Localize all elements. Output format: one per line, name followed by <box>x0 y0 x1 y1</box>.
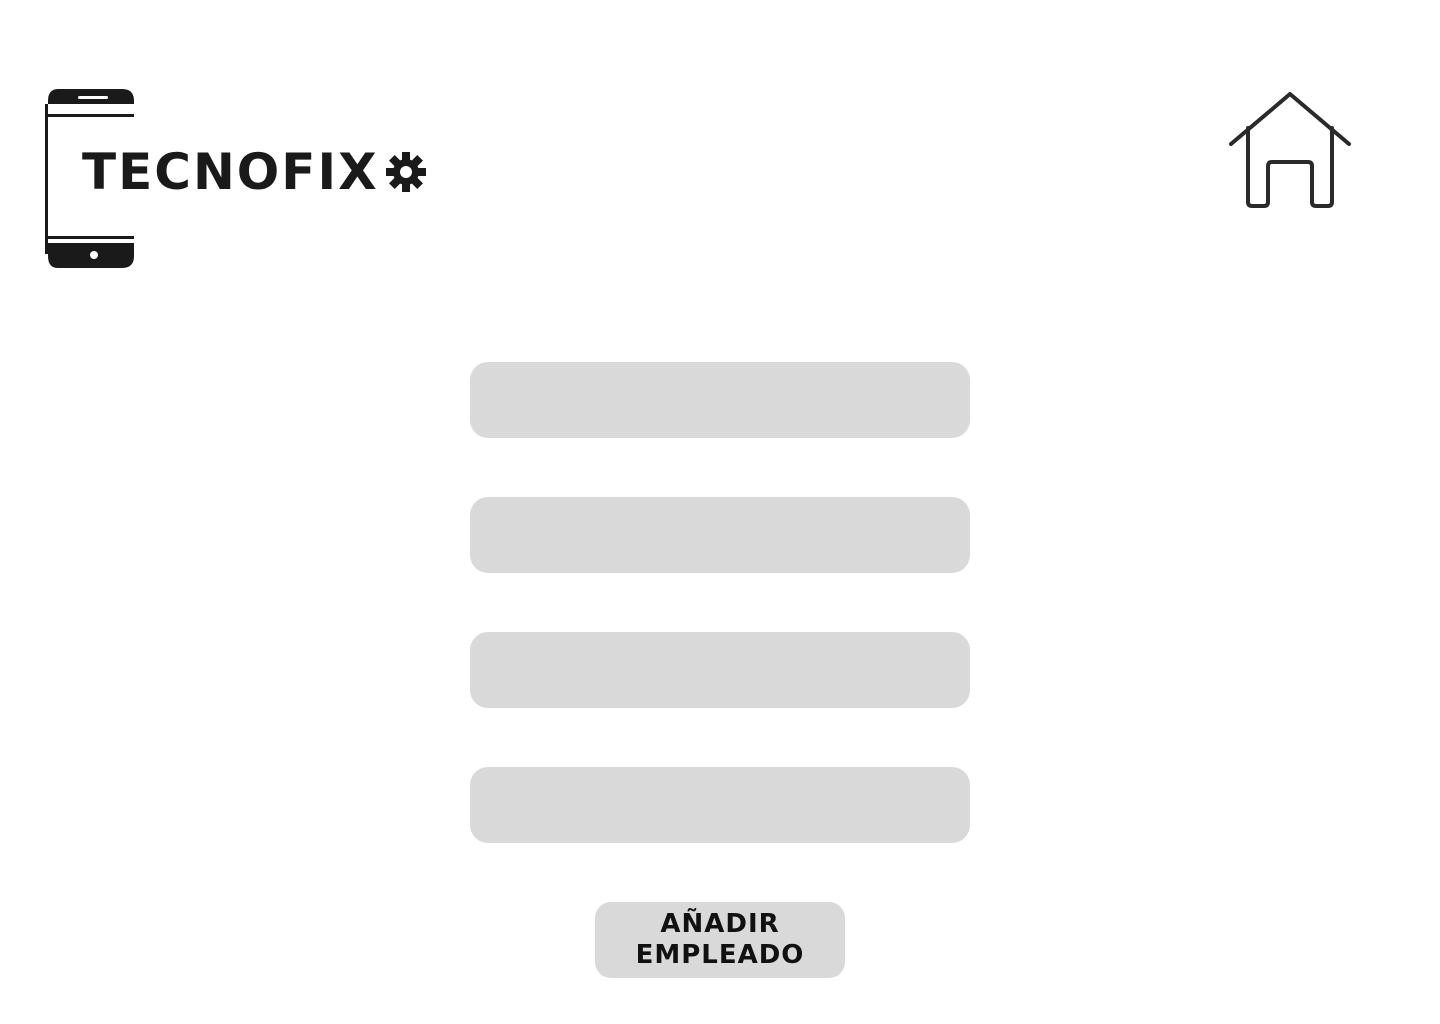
employee-field-3[interactable] <box>470 632 970 708</box>
add-employee-label-line1: AÑADIR <box>660 909 780 939</box>
home-button[interactable] <box>1226 88 1354 212</box>
employee-form <box>470 362 970 843</box>
add-employee-button[interactable]: AÑADIR EMPLEADO <box>595 902 845 978</box>
employee-field-1[interactable] <box>470 362 970 438</box>
employee-field-4[interactable] <box>470 767 970 843</box>
add-employee-label-line2: EMPLEADO <box>635 940 805 970</box>
page: TECNOFIX AÑADIR EMPLEADO <box>0 0 1440 1024</box>
gear-icon <box>385 152 426 192</box>
brand-name: TECNOFIX <box>82 143 379 201</box>
brand-logo: TECNOFIX <box>44 88 426 270</box>
home-icon <box>1229 92 1351 208</box>
employee-field-2[interactable] <box>470 497 970 573</box>
logo-text-group: TECNOFIX <box>82 140 427 204</box>
